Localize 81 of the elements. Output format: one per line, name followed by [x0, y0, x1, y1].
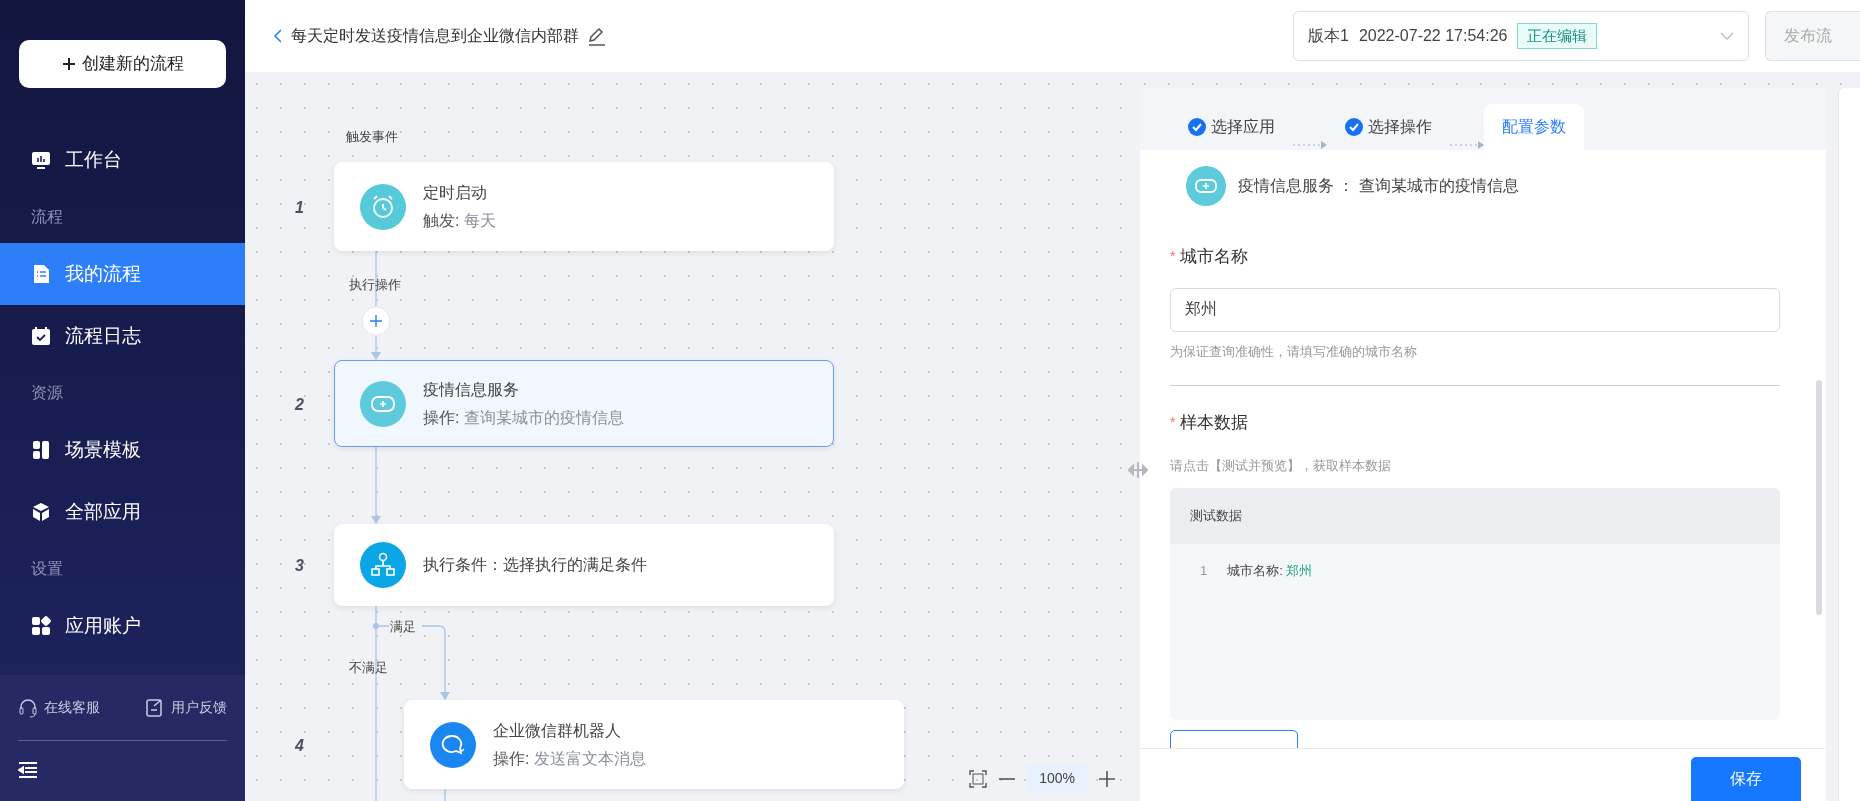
node-title: 疫情信息服务 — [423, 379, 520, 400]
flow-node[interactable]: 执行条件：选择执行的满足条件 — [334, 524, 834, 606]
step-arrow-icon — [1450, 140, 1484, 150]
sidebar-item[interactable]: 我的流程 — [0, 243, 245, 305]
flow-title: 每天定时发送疫情信息到企业微信内部群 — [291, 26, 579, 46]
step-tab[interactable]: 配置参数 — [1484, 104, 1584, 150]
section-label: 设置 — [30, 559, 64, 579]
scrollbar[interactable] — [1816, 380, 1822, 615]
node-detail-value: 查询某城市的疫情信息 — [463, 408, 624, 426]
flow-node[interactable]: 企业微信群机器人 操作: 发送富文本消息 — [404, 700, 904, 789]
check-circle-icon — [1188, 118, 1206, 136]
node-detail-label: 操作: — [423, 408, 460, 426]
mask-icon — [1186, 166, 1226, 206]
sidebar-item[interactable]: 工作台 — [0, 129, 245, 191]
sidebar-item[interactable]: 应用账户 — [0, 595, 245, 657]
add-step-button[interactable] — [361, 306, 391, 336]
status-tag: 正在编辑 — [1517, 22, 1598, 50]
panel-header: 测试数据 — [1170, 488, 1780, 544]
field-label: 城市名称 — [1180, 246, 1249, 268]
chevron-down-icon — [1720, 32, 1734, 40]
step-tab[interactable]: 选择操作 — [1327, 104, 1450, 150]
footer-link[interactable]: 在线客服 — [18, 697, 100, 718]
app-operation-title: 疫情信息服务 ： 查询某城市的疫情信息 — [1238, 176, 1519, 196]
step-number: 1 — [295, 197, 304, 218]
zoom-level: 100% — [1027, 764, 1087, 793]
footer-link[interactable]: 用户反馈 — [145, 697, 227, 718]
resize-handle-icon[interactable] — [1128, 461, 1148, 479]
section-label: 执行操作 — [349, 276, 401, 294]
field-hint: 为保证查询准确性，请填写准确的城市名称 — [1170, 342, 1418, 361]
plus-icon — [61, 57, 76, 71]
save-button[interactable]: 保存 — [1691, 757, 1801, 801]
required-mark: * — [1170, 247, 1176, 267]
required-mark: * — [1170, 413, 1176, 433]
step-number: 2 — [295, 394, 304, 415]
node-detail-value: 发送富文本消息 — [533, 749, 646, 767]
sidebar-item[interactable]: 流程日志 — [0, 305, 245, 367]
data-value: 郑州 — [1286, 563, 1313, 578]
step-number: 3 — [295, 556, 304, 576]
section-label: 流程 — [30, 207, 64, 227]
grid-blocks-icon — [31, 616, 51, 636]
line-number: 1 — [1200, 562, 1208, 580]
data-key: 城市名称: — [1227, 563, 1283, 578]
zoom-in-icon[interactable] — [1099, 770, 1115, 787]
back-icon[interactable] — [273, 29, 283, 43]
node-title: 定时启动 — [423, 182, 488, 203]
sidebar-item[interactable]: 场景模板 — [0, 419, 245, 481]
connector — [444, 788, 446, 801]
fit-screen-icon[interactable] — [969, 769, 988, 788]
branch-label: 满足 — [390, 618, 416, 636]
field-label: 样本数据 — [1180, 412, 1249, 434]
version-label: 版本1 — [1308, 26, 1349, 46]
step-arrow-icon — [1293, 140, 1327, 150]
headset-icon — [18, 697, 38, 718]
version-select[interactable]: 版本1 2022-07-22 17:54:26 正在编辑 — [1293, 11, 1749, 61]
section-label: 触发事件 — [346, 128, 398, 146]
check-circle-icon — [1345, 118, 1363, 136]
zoom-out-icon[interactable] — [999, 777, 1016, 780]
flow-node[interactable]: 定时启动 触发: 每天 — [334, 162, 834, 251]
node-detail-label: 触发: — [423, 211, 460, 229]
node-detail-label: 操作: — [493, 749, 530, 767]
version-time: 2022-07-22 17:54:26 — [1358, 26, 1508, 46]
step-number: 4 — [295, 735, 304, 756]
node-title: 企业微信群机器人 — [493, 720, 622, 741]
layout-blocks-icon — [31, 440, 51, 460]
node-detail-value: 每天 — [463, 211, 496, 229]
edit-note-icon — [145, 697, 165, 718]
sidebar-item[interactable]: 全部应用 — [0, 481, 245, 543]
node-title: 执行条件：选择执行的满足条件 — [423, 555, 647, 575]
cube-icon — [31, 502, 51, 522]
field-hint: 请点击【测试并预览】，获取样本数据 — [1170, 456, 1392, 475]
flow-node[interactable]: 疫情信息服务 操作: 查询某城市的疫情信息 — [334, 360, 834, 447]
city-input[interactable]: 郑州 — [1170, 287, 1780, 332]
create-flow-button[interactable]: 创建新的流程 — [19, 40, 226, 88]
step-tab[interactable]: 选择应用 — [1170, 104, 1293, 150]
calendar-check-icon — [31, 326, 51, 346]
branch-label: 不满足 — [349, 659, 388, 677]
document-list-icon — [31, 264, 51, 284]
collapse-menu-icon[interactable] — [18, 762, 38, 779]
section-label: 资源 — [30, 383, 64, 403]
edit-icon[interactable] — [587, 26, 605, 46]
monitor-icon — [31, 150, 51, 170]
